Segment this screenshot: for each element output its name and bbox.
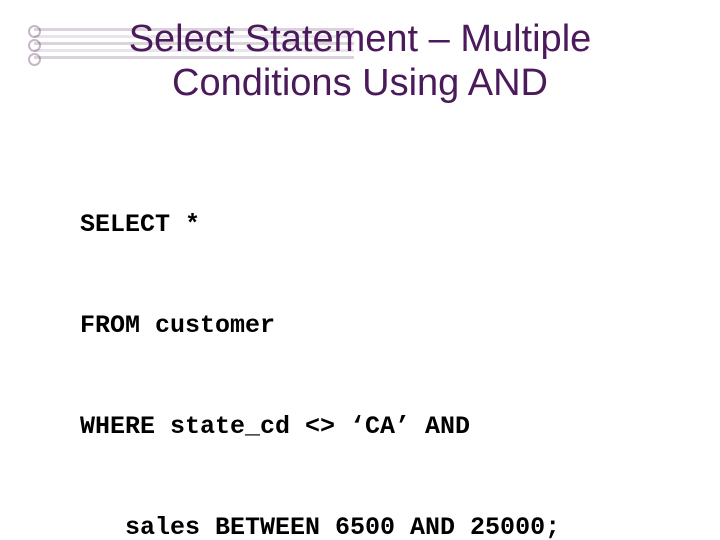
slide: Select Statement – Multiple Conditions U… [0, 0, 720, 540]
title-line-2: Conditions Using AND [0, 62, 720, 106]
code-line: WHERE state_cd <> ‘CA’ AND [80, 410, 680, 444]
code-line: SELECT * [80, 208, 680, 242]
title-line-1: Select Statement – Multiple [0, 18, 720, 62]
code-line: FROM customer [80, 309, 680, 343]
slide-title: Select Statement – Multiple Conditions U… [0, 18, 720, 105]
slide-body: SELECT * FROM customer WHERE state_cd <>… [80, 140, 680, 540]
code-line: sales BETWEEN 6500 AND 25000; [80, 511, 680, 540]
